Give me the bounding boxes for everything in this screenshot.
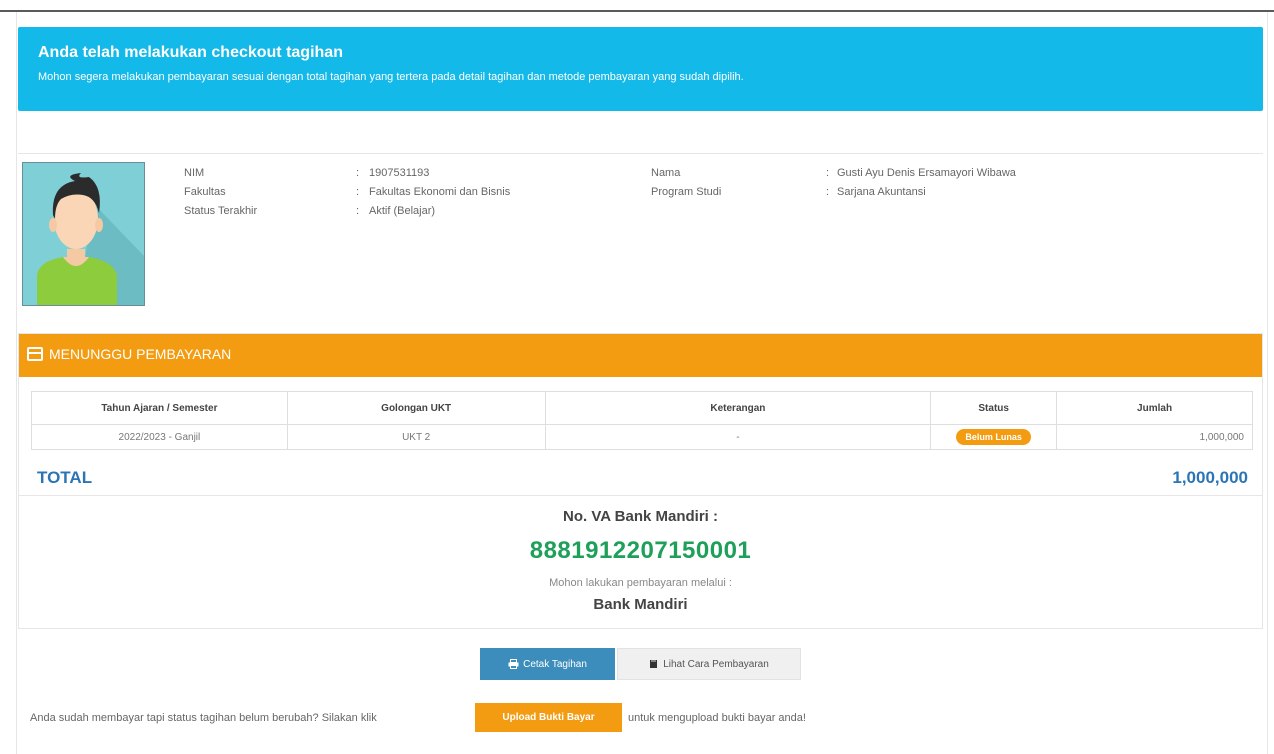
status-separator: : <box>356 205 360 217</box>
status-value: Aktif (Belajar) <box>369 205 436 217</box>
cell-ukt: UKT 2 <box>286 424 546 450</box>
col-keterangan: Keterangan <box>544 391 932 425</box>
table-row: 2022/2023 - Ganjil UKT 2 - Belum Lunas 1… <box>31 424 1253 450</box>
nim-value: 1907531193 <box>369 167 430 179</box>
payment-guide-label: Lihat Cara Pembayaran <box>663 658 769 670</box>
status-badge: Belum Lunas <box>956 429 1031 445</box>
checkout-alert: Anda telah melakukan checkout tagihan Mo… <box>18 27 1263 111</box>
cell-semester: 2022/2023 - Ganjil <box>31 424 288 450</box>
alert-title: Anda telah melakukan checkout tagihan <box>38 44 343 61</box>
cell-keterangan: - <box>544 424 932 450</box>
total-value: 1,000,000 <box>1172 468 1248 487</box>
total-row: TOTAL 1,000,000 <box>19 460 1262 496</box>
upload-prompt: Anda sudah membayar tapi status tagihan … <box>30 712 377 724</box>
nim-separator: : <box>356 167 360 179</box>
va-number: 8881912207150001 <box>529 537 752 564</box>
name-separator: : <box>826 167 830 179</box>
cell-jumlah: 1,000,000 <box>1056 424 1253 450</box>
book-icon <box>650 660 658 668</box>
status-label: Status Terakhir <box>184 205 258 217</box>
nim-label: NIM <box>184 167 205 179</box>
program-value: Sarjana Akuntansi <box>837 186 926 198</box>
name-label: Nama <box>651 167 681 179</box>
upload-prompt-suffix: untuk mengupload bukti bayar anda! <box>628 712 806 724</box>
cell-status: Belum Lunas <box>930 424 1058 450</box>
payment-guide-button[interactable]: Lihat Cara Pembayaran <box>617 648 801 680</box>
faculty-label: Fakultas <box>184 186 226 198</box>
table-header-row: Tahun Ajaran / Semester Golongan UKT Ket… <box>31 391 1253 425</box>
upload-proof-button[interactable]: Upload Bukti Bayar <box>475 703 622 732</box>
va-title: No. VA Bank Mandiri : <box>562 508 718 525</box>
payment-panel: MENUNGGU PEMBAYARAN Tahun Ajaran / Semes… <box>18 333 1263 629</box>
program-separator: : <box>826 186 830 198</box>
alert-message: Mohon segera melakukan pembayaran sesuai… <box>38 71 744 83</box>
payment-header: MENUNGGU PEMBAYARAN <box>19 334 1262 377</box>
payment-header-title: MENUNGGU PEMBAYARAN <box>49 346 232 362</box>
avatar-icon <box>23 163 144 305</box>
faculty-separator: : <box>356 186 360 198</box>
name-value: Gusti Ayu Denis Ersamayori Wibawa <box>837 167 1016 179</box>
col-jumlah: Jumlah <box>1056 391 1253 425</box>
bill-table: Tahun Ajaran / Semester Golongan UKT Ket… <box>31 391 1253 450</box>
print-bill-label: Cetak Tagihan <box>523 658 587 670</box>
col-semester: Tahun Ajaran / Semester <box>31 391 288 425</box>
col-ukt: Golongan UKT <box>286 391 546 425</box>
col-status: Status <box>930 391 1058 425</box>
student-photo <box>22 162 145 306</box>
student-profile: NIM : 1907531193 Fakultas : Fakultas Eko… <box>18 153 1263 311</box>
faculty-value: Fakultas Ekonomi dan Bisnis <box>369 186 511 198</box>
va-bank-name: Bank Mandiri <box>593 596 688 613</box>
va-note: Mohon lakukan pembayaran melalui : <box>549 577 732 589</box>
credit-card-icon <box>27 347 43 361</box>
total-label: TOTAL <box>37 468 93 487</box>
print-icon <box>508 659 519 669</box>
print-bill-button[interactable]: Cetak Tagihan <box>480 648 615 680</box>
program-label: Program Studi <box>651 186 722 198</box>
